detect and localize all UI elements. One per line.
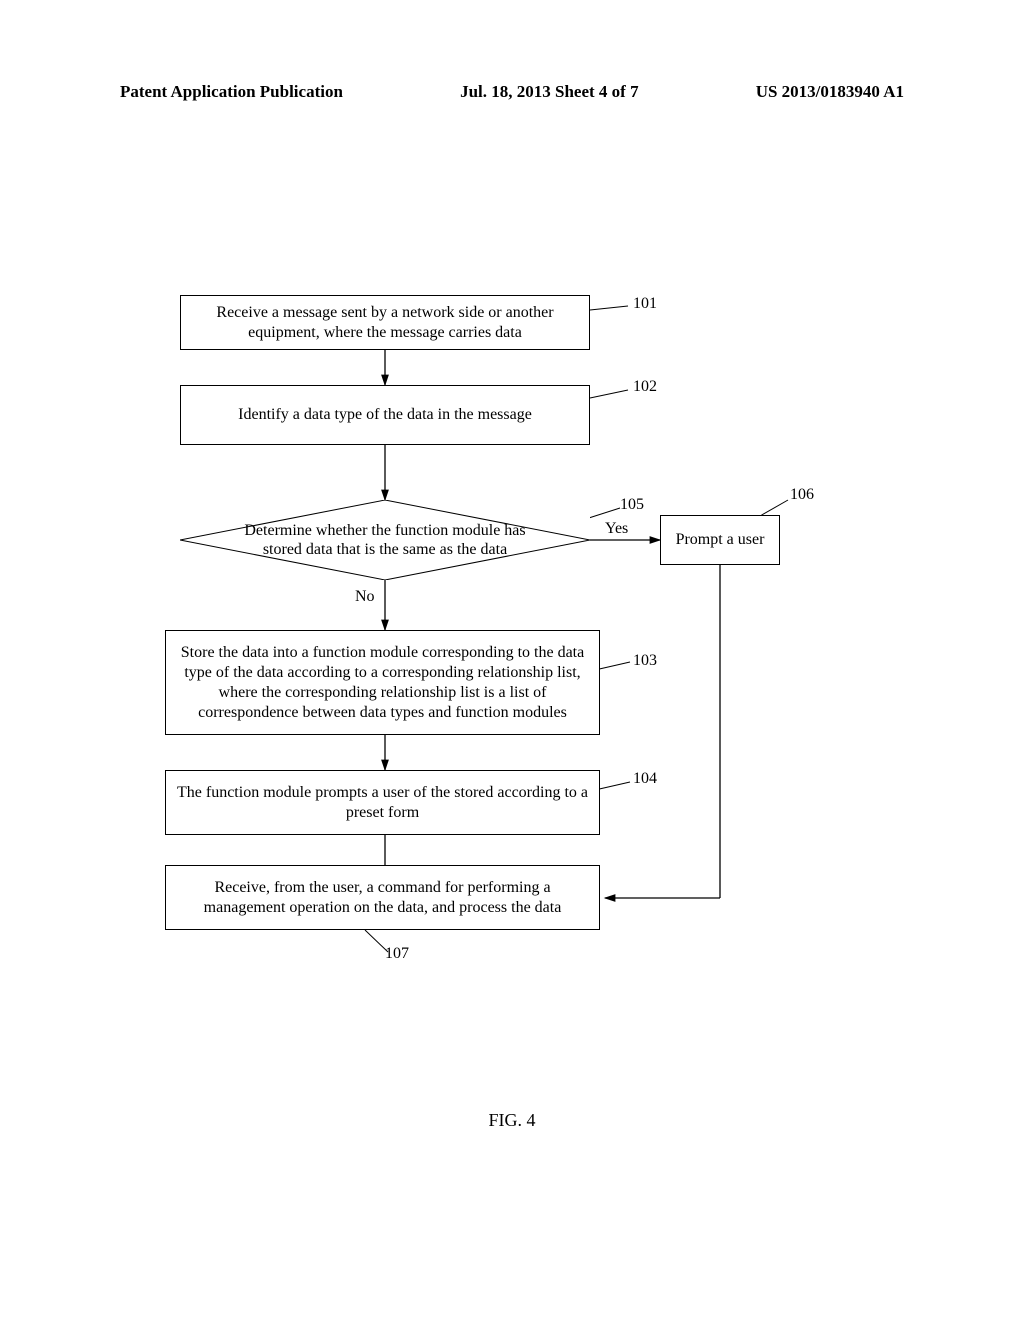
header-center: Jul. 18, 2013 Sheet 4 of 7: [460, 82, 639, 102]
step-107-text: Receive, from the user, a command for pe…: [174, 878, 591, 918]
step-105-text: Determine whether the function module ha…: [240, 521, 530, 559]
page-header: Patent Application Publication Jul. 18, …: [0, 82, 1024, 102]
step-104-box: The function module prompts a user of th…: [165, 770, 600, 835]
step-104-text: The function module prompts a user of th…: [174, 783, 591, 823]
flowchart-figure-4: Receive a message sent by a network side…: [150, 290, 870, 1110]
step-105-number: 105: [620, 496, 644, 514]
decision-yes-label: Yes: [605, 520, 628, 538]
step-103-text: Store the data into a function module co…: [174, 643, 591, 723]
step-103-number: 103: [633, 652, 657, 670]
step-101-text: Receive a message sent by a network side…: [189, 303, 581, 343]
header-right: US 2013/0183940 A1: [756, 82, 904, 102]
step-106-box: Prompt a user: [660, 515, 780, 565]
step-101-box: Receive a message sent by a network side…: [180, 295, 590, 350]
figure-label: FIG. 4: [0, 1110, 1024, 1131]
step-102-number: 102: [633, 378, 657, 396]
step-103-box: Store the data into a function module co…: [165, 630, 600, 735]
step-107-number: 107: [385, 945, 409, 963]
step-102-text: Identify a data type of the data in the …: [238, 405, 532, 425]
step-106-number: 106: [790, 486, 814, 504]
step-106-text: Prompt a user: [676, 530, 765, 550]
decision-no-label: No: [355, 588, 375, 606]
header-left: Patent Application Publication: [120, 82, 343, 102]
step-104-number: 104: [633, 770, 657, 788]
step-107-box: Receive, from the user, a command for pe…: [165, 865, 600, 930]
step-105-decision: Determine whether the function module ha…: [180, 500, 590, 580]
step-102-box: Identify a data type of the data in the …: [180, 385, 590, 445]
step-101-number: 101: [633, 295, 657, 313]
